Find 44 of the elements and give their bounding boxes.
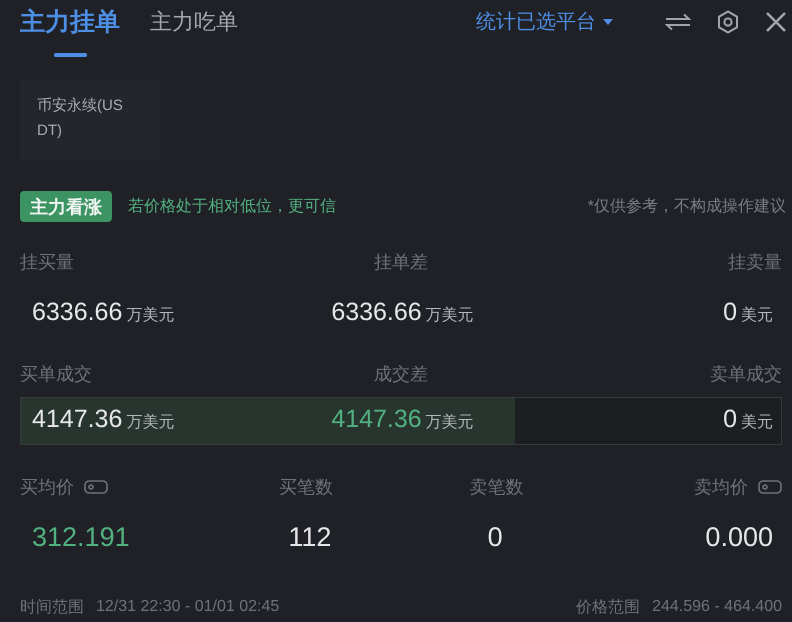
stat-label: 买单成交 xyxy=(20,363,92,386)
unit-text: 美元 xyxy=(741,306,773,326)
settings-icon[interactable] xyxy=(717,10,739,34)
unit-text: 万美元 xyxy=(126,306,174,326)
stat-label: 挂单差 xyxy=(374,251,428,274)
stat-label: 挂卖量 xyxy=(728,251,782,274)
unit-text: 美元 xyxy=(741,412,773,433)
stat-value: 0 xyxy=(723,404,737,435)
stat-label: 买笔数 xyxy=(278,476,333,499)
stat-label: 挂买量 xyxy=(20,251,74,274)
stat-value: 0.000 xyxy=(705,521,773,554)
time-range-label: 时间范围 xyxy=(20,598,84,618)
caret-icon xyxy=(603,19,613,25)
stat-value: 0 xyxy=(723,297,737,328)
stat-value: 0 xyxy=(488,521,503,554)
signal-hint: 若价格处于相对低位，更可信 xyxy=(128,196,336,217)
stat-label: 卖均价 xyxy=(694,476,748,499)
tag-icon[interactable] xyxy=(758,480,782,494)
platform-chip[interactable]: 币安永续(USDT) xyxy=(20,80,160,160)
signal-badge: 主力看涨 xyxy=(20,191,112,222)
price-range-label: 价格范围 xyxy=(576,598,640,618)
stat-value: 6336.66 xyxy=(32,297,122,328)
stat-value: 4147.36 xyxy=(331,404,422,435)
unit-text: 万美元 xyxy=(426,306,474,326)
price-range-text: 244.596 - 464.400 xyxy=(652,598,782,616)
stat-value: 6336.66 xyxy=(331,297,422,328)
time-range-text: 12/31 22:30 - 01/01 02:45 xyxy=(96,598,280,616)
tag-icon[interactable] xyxy=(84,480,108,494)
stat-value: 4147.36 xyxy=(32,404,122,435)
stat-label: 卖笔数 xyxy=(469,476,524,499)
tab[interactable]: 主力挂单 xyxy=(20,7,120,57)
platform-filter-dropdown[interactable]: 统计已选平台 xyxy=(476,7,613,37)
stat-label: 卖单成交 xyxy=(710,363,782,386)
tab-indicator xyxy=(54,53,86,57)
swap-icon[interactable] xyxy=(665,13,691,31)
stat-value: 312.191 xyxy=(32,521,130,554)
disclaimer-text: *仅供参考，不构成操作建议 xyxy=(588,196,786,217)
stat-value: 112 xyxy=(288,521,332,554)
unit-text: 万美元 xyxy=(426,412,474,433)
stat-label: 成交差 xyxy=(374,363,428,386)
tab[interactable]: 主力吃单 xyxy=(150,7,238,37)
stat-label: 买均价 xyxy=(20,476,74,499)
unit-text: 万美元 xyxy=(126,412,174,433)
close-icon[interactable] xyxy=(765,11,787,33)
